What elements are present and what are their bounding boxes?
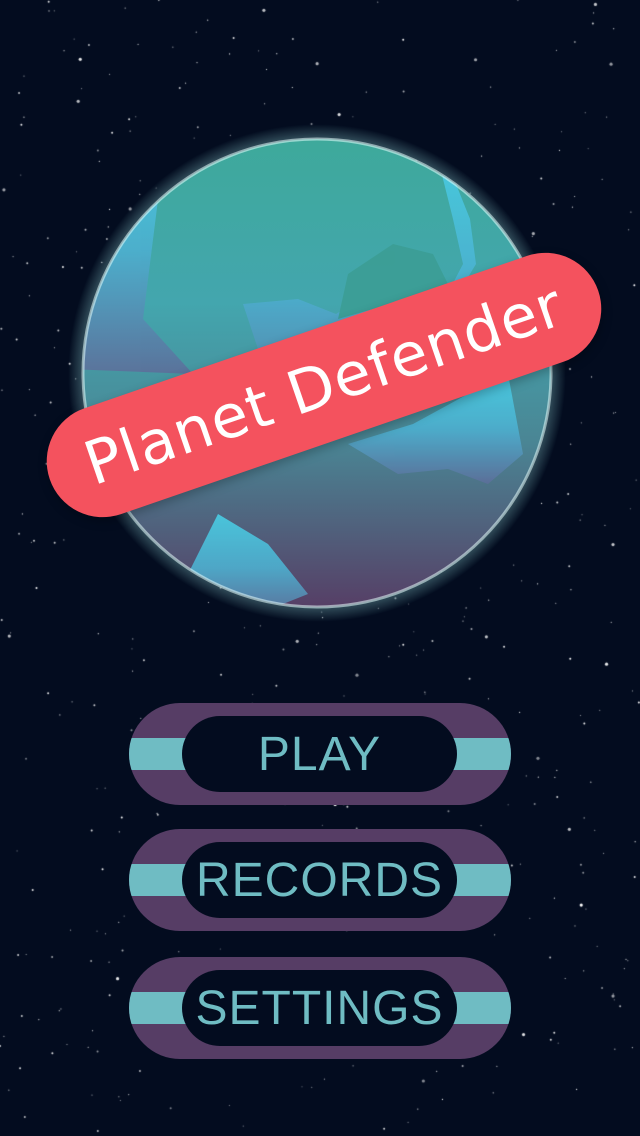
- records-button[interactable]: RECORDS: [129, 829, 511, 931]
- play-button-label: PLAY: [182, 716, 457, 792]
- settings-button-label: SETTINGS: [182, 970, 457, 1046]
- play-button[interactable]: PLAY: [129, 703, 511, 805]
- records-button-label: RECORDS: [182, 842, 457, 918]
- settings-button[interactable]: SETTINGS: [129, 957, 511, 1059]
